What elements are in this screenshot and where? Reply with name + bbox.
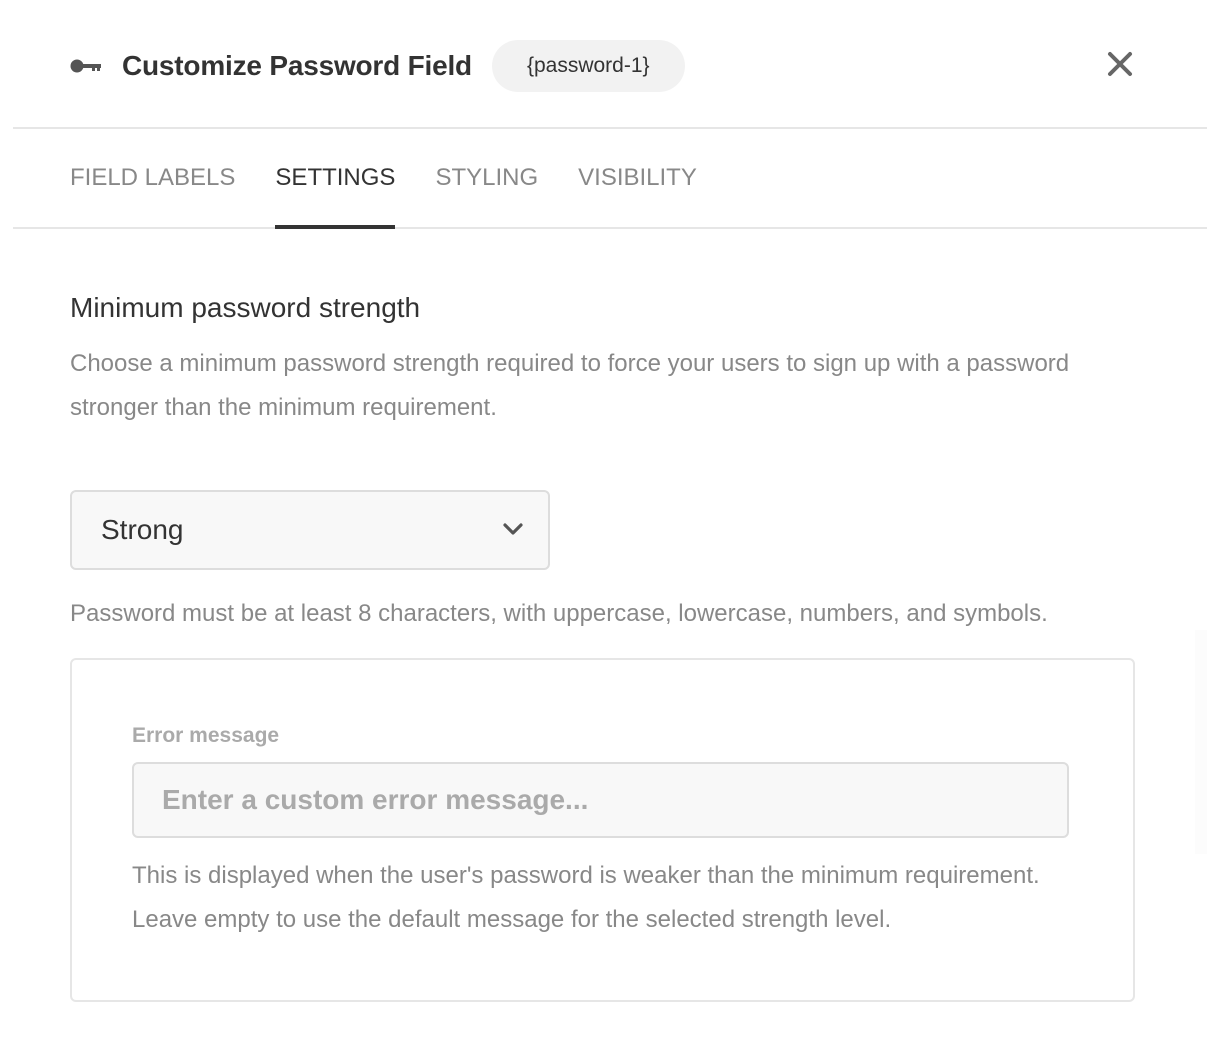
- close-button[interactable]: [1106, 50, 1134, 78]
- strength-select-value: Strong: [101, 514, 184, 545]
- field-id-tag: {password-1}: [491, 40, 685, 92]
- error-message-label: Error message: [132, 724, 280, 747]
- scrollbar-track[interactable]: [1195, 630, 1207, 854]
- close-icon: [1108, 52, 1132, 76]
- tab-bar: FIELD LABELS SETTINGS STYLING VISIBILITY: [13, 129, 1207, 229]
- modal-title: Customize Password Field: [122, 50, 472, 81]
- strength-hint: Password must be at least 8 characters, …: [70, 600, 1048, 627]
- header-title-group: Customize Password Field {password-1}: [70, 40, 685, 92]
- modal-header: Customize Password Field {password-1}: [13, 0, 1207, 129]
- customize-field-modal: Customize Password Field {password-1} FI…: [0, 0, 1220, 1060]
- section-title: Minimum password strength: [70, 292, 421, 323]
- tab-list: FIELD LABELS SETTINGS STYLING VISIBILITY: [70, 129, 737, 229]
- error-message-input[interactable]: [132, 762, 1069, 838]
- error-message-panel: Error message This is displayed when the…: [70, 658, 1135, 1002]
- error-message-help: This is displayed when the user's passwo…: [132, 862, 1040, 933]
- tab-settings[interactable]: SETTINGS: [275, 129, 396, 229]
- tab-styling[interactable]: STYLING: [435, 129, 538, 227]
- section-description: Choose a minimum password strength requi…: [70, 350, 1070, 421]
- key-icon: [70, 58, 102, 74]
- chevron-down-icon: [502, 522, 524, 536]
- tab-visibility[interactable]: VISIBILITY: [578, 129, 697, 227]
- strength-select[interactable]: Strong: [70, 490, 550, 570]
- tab-field-labels[interactable]: FIELD LABELS: [70, 129, 235, 227]
